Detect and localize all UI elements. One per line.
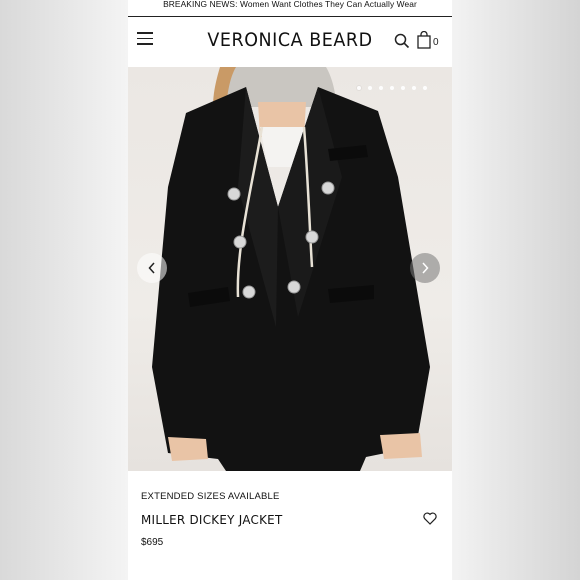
carousel-dot[interactable] <box>368 86 372 90</box>
carousel-dot[interactable] <box>412 86 416 90</box>
chevron-right-icon <box>422 262 429 274</box>
extended-sizes-tag: EXTENDED SIZES AVAILABLE <box>141 491 280 502</box>
mobile-page: BREAKING NEWS: Women Want Clothes They C… <box>128 0 452 580</box>
carousel-dot[interactable] <box>401 86 405 90</box>
search-icon[interactable] <box>394 33 410 49</box>
page-backdrop-left <box>0 0 128 580</box>
announcement-banner[interactable]: BREAKING NEWS: Women Want Clothes They C… <box>128 0 452 14</box>
heart-icon[interactable] <box>423 512 437 525</box>
product-info: EXTENDED SIZES AVAILABLE MILLER DICKEY J… <box>128 471 452 580</box>
cart-count: 0 <box>433 37 439 48</box>
chevron-left-icon <box>148 262 155 274</box>
page-backdrop-right <box>452 0 580 580</box>
shopping-bag-icon[interactable] <box>417 31 431 49</box>
carousel-dot[interactable] <box>357 86 361 90</box>
site-header: VERONICA BEARD 0 <box>128 17 452 67</box>
product-title: MILLER DICKEY JACKET <box>141 512 283 527</box>
product-photo <box>152 67 430 471</box>
carousel-dot[interactable] <box>379 86 383 90</box>
product-image-carousel[interactable] <box>128 67 452 471</box>
carousel-prev-button[interactable] <box>137 253 167 283</box>
carousel-dot[interactable] <box>390 86 394 90</box>
carousel-dot[interactable] <box>423 86 427 90</box>
carousel-pagination <box>357 86 427 92</box>
carousel-next-button[interactable] <box>410 253 440 283</box>
product-price: $695 <box>141 537 164 548</box>
